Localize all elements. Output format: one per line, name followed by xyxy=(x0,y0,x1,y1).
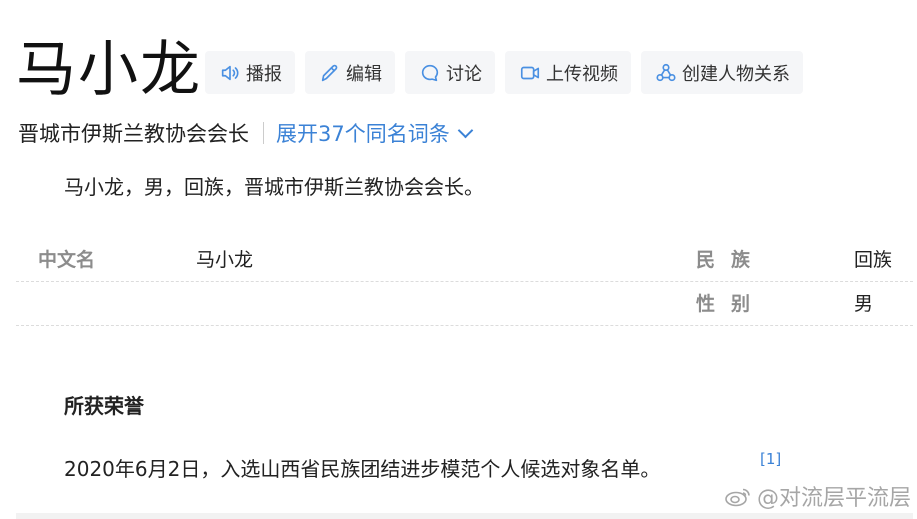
upload-video-label: 上传视频 xyxy=(546,63,618,85)
bottom-divider xyxy=(16,513,913,519)
subtitle-row: 晋城市伊斯兰教协会会长 展开37个同名词条 xyxy=(18,117,474,149)
discuss-button[interactable]: 讨论 xyxy=(405,51,495,94)
create-relationship-label: 创建人物关系 xyxy=(682,63,790,85)
page-title: 马小龙 xyxy=(16,35,202,105)
info-value-gender: 男 xyxy=(854,293,874,315)
upload-video-button[interactable]: 上传视频 xyxy=(505,51,631,94)
pencil-icon xyxy=(319,62,341,84)
create-relationship-button[interactable]: 创建人物关系 xyxy=(641,51,803,94)
watermark-text: @对流层平流层 xyxy=(756,486,911,511)
edit-button[interactable]: 编辑 xyxy=(305,51,395,94)
entry-summary: 马小龙，男，回族，晋城市伊斯兰教协会会长。 xyxy=(64,175,484,199)
speaker-icon xyxy=(219,62,241,84)
broadcast-button[interactable]: 播报 xyxy=(205,51,295,94)
weibo-icon xyxy=(723,484,753,508)
expand-homonyms-link[interactable]: 展开37个同名词条 xyxy=(276,118,474,148)
info-value-ethnicity: 回族 xyxy=(854,249,893,271)
honors-text: 2020年6月2日，入选山西省民族团结进步模范个人候选对象名单。 xyxy=(64,457,661,481)
chat-bubble-icon xyxy=(419,62,441,84)
divider xyxy=(263,122,264,144)
info-value-chinese-name: 马小龙 xyxy=(196,249,254,271)
relationship-icon xyxy=(655,62,677,84)
broadcast-label: 播报 xyxy=(246,63,282,85)
info-row: 性别 男 xyxy=(16,282,913,326)
info-row: 中文名 马小龙 民族 回族 xyxy=(16,238,913,282)
video-camera-icon xyxy=(519,62,541,84)
expand-homonyms-label: 展开37个同名词条 xyxy=(276,122,450,146)
honors-section-title: 所获荣誉 xyxy=(64,394,144,418)
baike-entry-page: 马小龙 播报 编辑 讨论 上传视频 创建人物关系 晋城市伊斯兰教协会会长 展开3… xyxy=(0,0,917,519)
reference-link[interactable]: [1] xyxy=(760,450,781,468)
edit-label: 编辑 xyxy=(346,63,382,85)
info-label-chinese-name: 中文名 xyxy=(38,249,96,271)
chevron-down-icon xyxy=(457,122,474,138)
info-box: 中文名 马小龙 民族 回族 性别 男 xyxy=(16,238,913,326)
watermark: @对流层平流层 xyxy=(723,480,911,512)
discuss-label: 讨论 xyxy=(446,63,482,85)
info-label-ethnicity: 民族 xyxy=(696,249,767,271)
info-label-gender: 性别 xyxy=(696,293,767,315)
entry-subtitle: 晋城市伊斯兰教协会会长 xyxy=(18,122,249,146)
action-toolbar: 播报 编辑 讨论 上传视频 创建人物关系 xyxy=(205,51,803,94)
